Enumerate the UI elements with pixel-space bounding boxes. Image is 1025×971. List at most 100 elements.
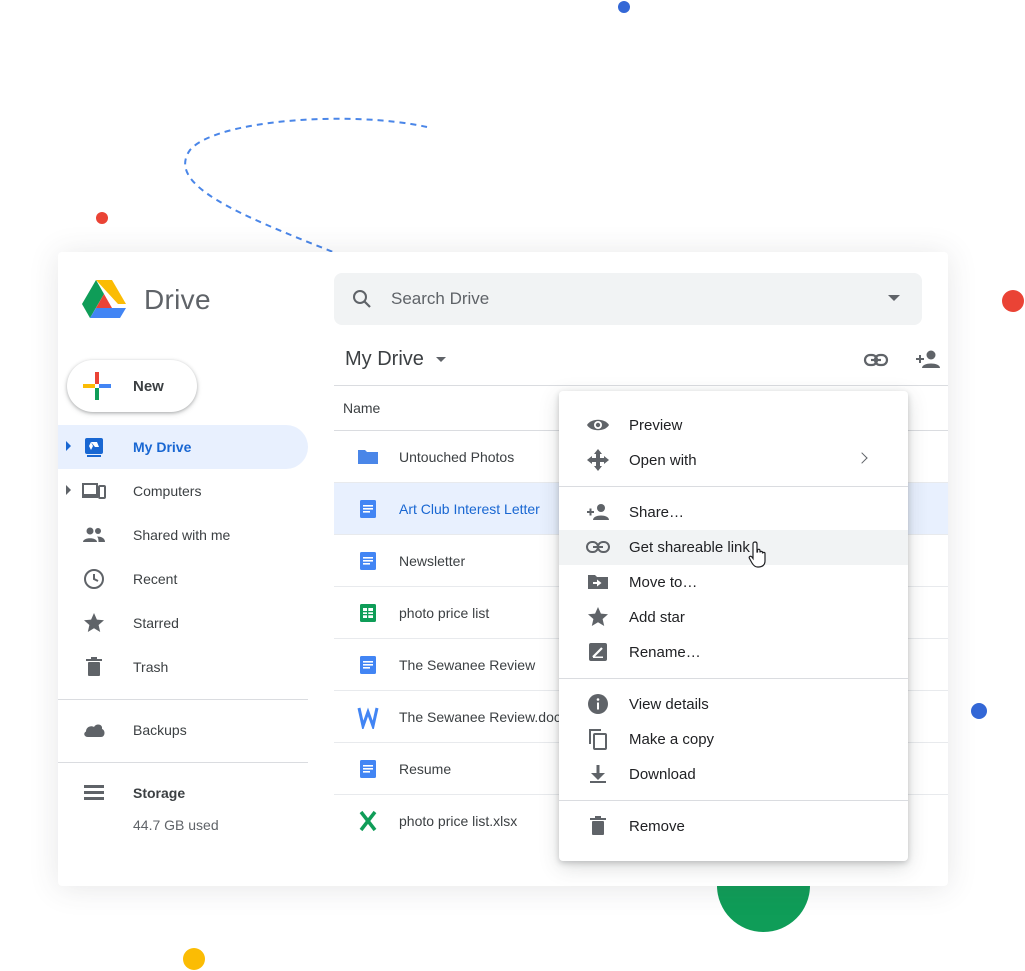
folder-icon [358, 450, 378, 464]
sidebar-item-recent[interactable]: Recent [58, 557, 308, 601]
add-person-icon[interactable] [915, 347, 941, 373]
search-options-dropdown-icon[interactable] [888, 295, 900, 301]
chevron-right-icon [856, 452, 868, 464]
move-to-icon [588, 575, 608, 589]
menu-item-label: Remove [629, 818, 685, 835]
menu-item-label: Move to… [629, 574, 698, 591]
download-icon [590, 765, 606, 783]
menu-item-label: Open with [629, 452, 697, 469]
file-name: Untouched Photos [399, 448, 515, 465]
shared-with-me-icon [83, 527, 105, 542]
google-doc-icon [360, 656, 376, 674]
context-menu: Preview Open with Share… Get shareable l… [559, 391, 908, 861]
eye-icon [587, 419, 609, 431]
menu-item-add-star[interactable]: Add star [559, 600, 908, 635]
copy-icon [589, 729, 607, 750]
storage-used: 44.7 GB used [133, 817, 219, 833]
decorative-dot [971, 703, 987, 719]
file-name: Newsletter [399, 552, 466, 569]
new-button-label: New [133, 377, 164, 395]
sidebar-item-label: Starred [133, 615, 179, 631]
sidebar-item-backups[interactable]: Backups [58, 708, 308, 752]
menu-item-make-a-copy[interactable]: Make a copy [559, 722, 908, 757]
app-name: Drive [144, 284, 211, 315]
star-icon [588, 607, 608, 626]
expand-arrow-icon[interactable] [66, 485, 71, 495]
plus-icon [83, 372, 111, 400]
menu-item-share[interactable]: Share… [559, 495, 908, 530]
menu-item-label: View details [629, 696, 709, 713]
menu-item-move-to[interactable]: Move to… [559, 565, 908, 600]
column-header-name[interactable]: Name [343, 400, 380, 416]
sidebar-item-my-drive[interactable]: My Drive [58, 425, 308, 469]
menu-divider [559, 486, 908, 487]
file-name: Resume [399, 760, 452, 777]
link-icon [586, 541, 610, 553]
excel-icon [359, 810, 377, 832]
search-input[interactable]: Search Drive [391, 289, 489, 309]
menu-item-preview[interactable]: Preview [559, 408, 908, 443]
computers-icon [82, 483, 106, 499]
word-doc-icon [357, 707, 379, 729]
file-name: The Sewanee Review [399, 656, 536, 673]
menu-item-get-shareable-link[interactable]: Get shareable link [559, 530, 908, 565]
menu-item-open-with[interactable]: Open with [559, 443, 908, 478]
chevron-down-icon[interactable] [435, 357, 446, 362]
file-name: The Sewanee Review.doc [399, 708, 561, 725]
drive-logo-icon [82, 280, 126, 318]
sidebar-item-label: Recent [133, 571, 178, 587]
menu-item-label: Make a copy [629, 731, 715, 748]
sidebar-item-starred[interactable]: Starred [58, 601, 308, 645]
page-title[interactable]: My Drive [345, 348, 446, 371]
drive-logo[interactable]: Drive [82, 280, 211, 320]
trash-icon [590, 816, 606, 835]
my-drive-icon [85, 438, 103, 457]
open-with-icon [587, 449, 609, 471]
decorative-dot [1002, 290, 1024, 312]
file-name: photo price list.xlsx [399, 812, 518, 829]
sidebar-item-label: My Drive [133, 439, 192, 455]
google-sheet-icon [360, 604, 376, 622]
file-name: Art Club Interest Letter [399, 500, 540, 517]
clock-icon [84, 569, 104, 589]
sidebar-nav: My Drive Computers Shared with me Recent… [58, 425, 308, 851]
menu-item-label: Preview [629, 417, 683, 434]
storage-label: Storage [133, 785, 186, 801]
sidebar-item-label: Shared with me [133, 527, 231, 543]
menu-item-label: Share… [629, 504, 685, 521]
star-icon [84, 613, 104, 632]
search-bar[interactable]: Search Drive [334, 273, 922, 325]
sidebar-item-computers[interactable]: Computers [58, 469, 308, 513]
menu-item-rename[interactable]: Rename… [559, 635, 908, 670]
sidebar-item-shared-with-me[interactable]: Shared with me [58, 513, 308, 557]
storage-section[interactable]: Storage 44.7 GB used [58, 771, 308, 851]
google-doc-icon [360, 552, 376, 570]
storage-icon [84, 785, 104, 800]
sidebar-item-label: Backups [133, 722, 187, 738]
expand-arrow-icon[interactable] [66, 441, 71, 451]
info-icon [588, 694, 608, 714]
google-doc-icon [360, 500, 376, 518]
menu-item-remove[interactable]: Remove [559, 809, 908, 844]
page-title-text: My Drive [345, 348, 424, 370]
menu-divider [559, 678, 908, 679]
google-doc-icon [360, 760, 376, 778]
search-icon[interactable] [350, 287, 374, 311]
link-icon[interactable] [863, 347, 889, 373]
decorative-dot [618, 1, 630, 13]
menu-item-label: Rename… [629, 644, 701, 661]
sidebar-divider [58, 762, 308, 763]
menu-item-download[interactable]: Download [559, 757, 908, 792]
add-person-icon [587, 504, 609, 520]
decorative-dot [183, 948, 205, 970]
file-name: photo price list [399, 604, 490, 621]
decorative-dot [96, 212, 108, 224]
sidebar-divider [58, 699, 308, 700]
new-button[interactable]: New [67, 360, 197, 412]
sidebar-item-label: Trash [133, 659, 169, 675]
sidebar-item-trash[interactable]: Trash [58, 645, 308, 689]
trash-icon [86, 657, 102, 676]
menu-item-label: Add star [629, 609, 685, 626]
menu-divider [559, 800, 908, 801]
menu-item-view-details[interactable]: View details [559, 687, 908, 722]
